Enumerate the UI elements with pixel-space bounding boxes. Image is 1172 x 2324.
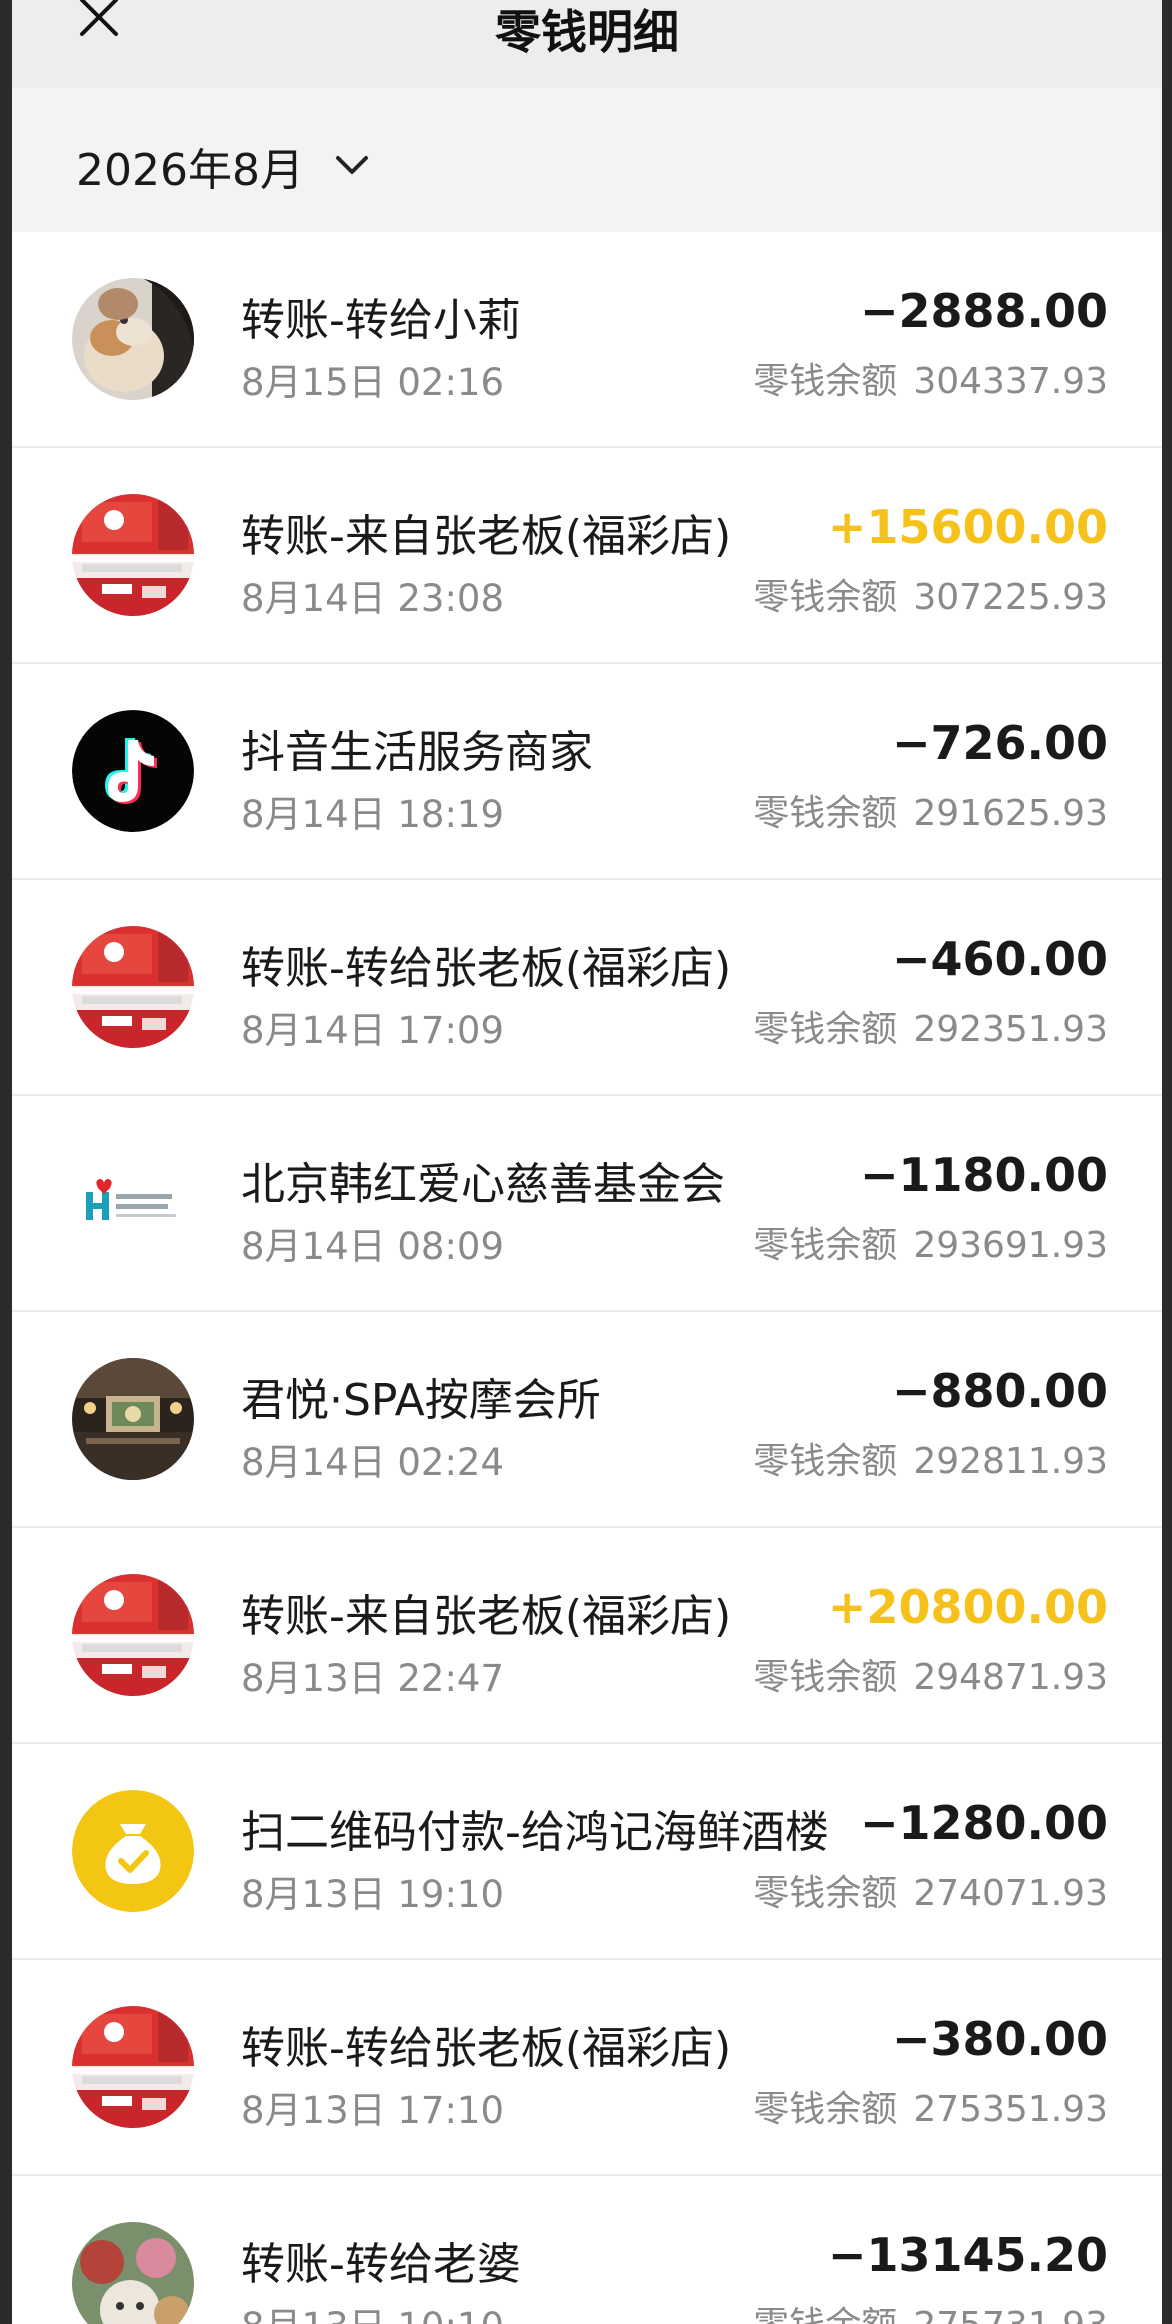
chevron-down-icon: [335, 156, 368, 174]
balance-value: 292811.93: [913, 1441, 1108, 1482]
transaction-amount: −380.00: [891, 2012, 1108, 2066]
balance-label: 零钱余额: [753, 1225, 898, 1266]
transaction-row[interactable]: 转账-转给张老板(福彩店) 8月14日 17:09 −460.00 零钱余额 29235…: [12, 880, 1162, 1096]
transaction-time: 8月13日 17:10: [241, 2089, 505, 2132]
charity-logo-avatar: [72, 1142, 194, 1264]
transaction-row[interactable]: 转账-来自张老板(福彩店) 8月13日 22:47 +20800.00 零钱余额 294…: [12, 1528, 1162, 1744]
transaction-title: 北京韩红爱心慈善基金会: [241, 1159, 725, 1210]
balance-value: 292351.93: [913, 1009, 1108, 1050]
transaction-time: 8月14日 08:09: [241, 1225, 505, 1268]
transaction-title: 转账-转给张老板(福彩店): [241, 943, 732, 994]
balance-line: 零钱余额 292811.93: [753, 1432, 1108, 1484]
balance-value: 293691.93: [913, 1225, 1108, 1266]
transaction-row[interactable]: 君悦·SPA按摩会所 8月14日 02:24 −880.00 零钱余额 292811.9…: [12, 1312, 1162, 1528]
lottery-shop-avatar: [72, 494, 194, 616]
transaction-amount: −726.00: [891, 716, 1108, 770]
balance-value: 291625.93: [913, 793, 1108, 834]
transaction-amount: −1280.00: [859, 1796, 1108, 1850]
transaction-amount: +15600.00: [827, 500, 1108, 554]
transaction-row[interactable]: 转账-来自张老板(福彩店) 8月14日 23:08 +15600.00 零钱余额 307…: [12, 448, 1162, 664]
balance-label: 零钱余额: [753, 577, 898, 618]
right-edge: [1162, 0, 1172, 2324]
transaction-amount: −1180.00: [859, 1148, 1108, 1202]
transaction-row[interactable]: 扫二维码付款-给鸿记海鲜酒楼 8月13日 19:10 −1280.00 零钱余额 274…: [12, 1744, 1162, 1960]
left-edge: [0, 0, 12, 2324]
transaction-title: 抖音生活服务商家: [241, 727, 593, 778]
lottery-shop-avatar: [72, 2006, 194, 2128]
douyin-logo-avatar: [72, 710, 194, 832]
lottery-shop-avatar: [72, 926, 194, 1048]
balance-value: 294871.93: [913, 1657, 1108, 1698]
lottery-shop-avatar: [72, 1574, 194, 1696]
transaction-row[interactable]: 转账-转给老婆 8月13日 10:10 −13145.20 零钱余额 275731.93: [12, 2176, 1162, 2324]
transaction-title: 转账-转给老婆: [241, 2239, 521, 2290]
wallet-detail-page: 零钱明细 2026年8月 转账-转给小莉 8月15日 02:16 −2888.00 零…: [0, 0, 1172, 2324]
balance-line: 零钱余额 275351.93: [753, 2080, 1108, 2132]
transaction-time: 8月13日 19:10: [241, 1873, 505, 1916]
transaction-list: 转账-转给小莉 8月15日 02:16 −2888.00 零钱余额 304337.93 …: [12, 232, 1162, 2324]
balance-label: 零钱余额: [753, 2089, 898, 2130]
header-bar: 零钱明细: [12, 0, 1162, 88]
balance-line: 零钱余额 275731.93: [753, 2296, 1108, 2324]
balance-label: 零钱余额: [753, 2305, 897, 2324]
transaction-row[interactable]: 北京韩红爱心慈善基金会 8月14日 08:09 −1180.00 零钱余额 293691…: [12, 1096, 1162, 1312]
balance-line: 零钱余额 294871.93: [753, 1648, 1108, 1700]
transaction-time: 8月13日 22:47: [241, 1657, 505, 1700]
transaction-time: 8月14日 18:19: [241, 793, 505, 836]
transaction-title: 转账-来自张老板(福彩店): [241, 1591, 732, 1642]
transaction-amount: +20800.00: [827, 1580, 1108, 1634]
transaction-title: 转账-转给张老板(福彩店): [241, 2023, 732, 2074]
transaction-time: 8月13日 10:10: [241, 2296, 504, 2324]
month-filter-bar: 2026年8月: [12, 88, 1162, 232]
balance-line: 零钱余额 307225.93: [753, 568, 1108, 620]
month-label: 2026年8月: [76, 145, 304, 196]
balance-label: 零钱余额: [753, 1441, 898, 1482]
transaction-amount: −13145.20: [827, 2228, 1108, 2282]
transaction-title: 转账-来自张老板(福彩店): [241, 511, 732, 562]
balance-value: 275731.93: [913, 2305, 1108, 2324]
balance-label: 零钱余额: [753, 1657, 898, 1698]
balance-line: 零钱余额 292351.93: [753, 1000, 1108, 1052]
balance-line: 零钱余额 274071.93: [753, 1864, 1108, 1916]
page-title: 零钱明细: [495, 5, 679, 59]
transaction-time: 8月14日 23:08: [241, 577, 505, 620]
toys-photo-avatar: [72, 2222, 194, 2324]
balance-value: 275351.93: [913, 2089, 1108, 2130]
transaction-row[interactable]: 抖音生活服务商家 8月14日 18:19 −726.00 零钱余额 291625.93: [12, 664, 1162, 880]
balance-value: 307225.93: [913, 577, 1108, 618]
balance-line: 零钱余额 304337.93: [753, 352, 1108, 404]
transaction-amount: −880.00: [891, 1364, 1108, 1418]
balance-line: 零钱余额 291625.93: [753, 784, 1108, 836]
transaction-title: 君悦·SPA按摩会所: [241, 1375, 601, 1426]
transaction-time: 8月14日 02:24: [241, 1441, 505, 1484]
transaction-amount: −460.00: [891, 932, 1108, 986]
money-bag-icon: [72, 1790, 194, 1912]
transaction-row[interactable]: 转账-转给张老板(福彩店) 8月13日 17:10 −380.00 零钱余额 27535…: [12, 1960, 1162, 2176]
transaction-title: 转账-转给小莉: [241, 295, 521, 346]
balance-value: 274071.93: [913, 1873, 1108, 1914]
balance-label: 零钱余额: [753, 1873, 898, 1914]
spa-photo-avatar: [72, 1358, 194, 1480]
transaction-amount: −2888.00: [859, 284, 1108, 338]
transaction-time: 8月14日 17:09: [241, 1009, 505, 1052]
balance-line: 零钱余额 293691.93: [753, 1216, 1108, 1268]
cat-photo-avatar: [72, 278, 194, 400]
balance-label: 零钱余额: [753, 793, 898, 834]
transaction-time: 8月15日 02:16: [241, 361, 505, 404]
transaction-title: 扫二维码付款-给鸿记海鲜酒楼: [241, 1807, 829, 1858]
balance-label: 零钱余额: [753, 361, 898, 402]
transaction-row[interactable]: 转账-转给小莉 8月15日 02:16 −2888.00 零钱余额 304337.93: [12, 232, 1162, 448]
month-selector[interactable]: 2026年8月: [76, 134, 370, 198]
balance-label: 零钱余额: [753, 1009, 898, 1050]
balance-value: 304337.93: [913, 361, 1108, 402]
